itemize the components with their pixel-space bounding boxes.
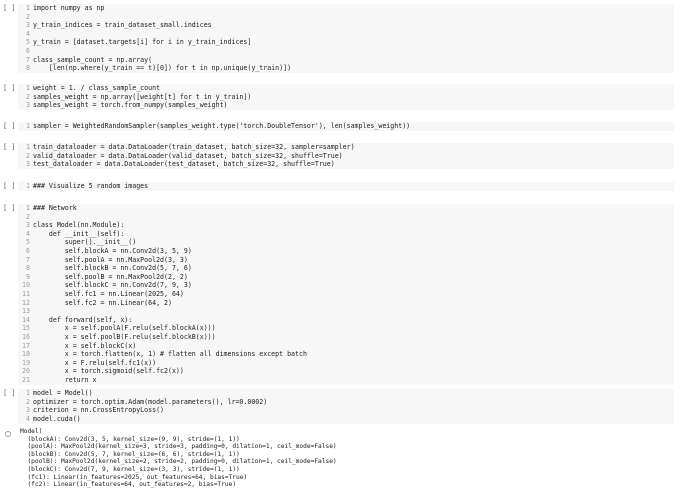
code-line: 6 self.blockA = nn.Conv2d(3, 5, 9) — [26, 246, 192, 255]
code-editor[interactable]: 1 model = Model() 2 optimizer = torch.opti… — [18, 389, 674, 424]
output-line: (blockC): Conv2d(7, 9, kernel_size=(3, 3… — [20, 465, 240, 473]
code-line: 4 def __init__(self): — [26, 229, 125, 238]
code-line: 1 ### Visualize 5 random images — [26, 182, 149, 190]
code-line: 8 self.blockB = nn.Conv2d(5, 7, 6) — [26, 264, 192, 273]
code-editor[interactable]: 1 weight = 1. / class_sample_count 2 sampl… — [18, 84, 674, 110]
output-line: (poolB): MaxPool2d(kernel_size=2, stride… — [20, 458, 337, 466]
run-cell-button[interactable]: [ ] — [3, 143, 16, 152]
run-cell-button[interactable]: [ ] — [3, 389, 16, 398]
code-line: 11 self.fc1 = nn.Linear(2025, 64) — [22, 289, 184, 298]
code-line: 4 model.cuda() — [26, 414, 81, 423]
code-line: 18 x = torch.flatten(x, 1) # flatten all… — [22, 350, 307, 359]
output-line: (fc1): Linear(in_features=2025, out_feat… — [20, 473, 248, 481]
code-line: 1 model = Model() — [26, 389, 93, 397]
code-line: 3 samples_weight = torch.from_numpy(sampl… — [26, 101, 228, 110]
code-line: 19 x = F.relu(self.fc1(x)) — [22, 358, 157, 367]
code-line: 2 samples_weight = np.array([weight[t] fo… — [26, 92, 252, 101]
code-line: 5 super().__init__() — [26, 238, 137, 247]
code-line: 3 criterion = nn.CrossEntropyLoss() — [26, 406, 165, 415]
code-line: 1 ### Network — [26, 204, 77, 212]
code-line: 21 return x — [22, 375, 97, 384]
code-line: 6 — [26, 46, 30, 55]
output-line: Model( — [20, 428, 43, 435]
output-line: (blockA): Conv2d(3, 5, kernel_size=(9, 9… — [20, 435, 240, 443]
run-cell-button[interactable]: [ ] — [3, 84, 16, 93]
code-line: 10 self.blockC = nn.Conv2d(7, 9, 3) — [22, 281, 192, 290]
code-line: 2 valid_dataloader = data.DataLoader(vali… — [26, 151, 343, 160]
run-cell-button[interactable]: [ ] — [3, 4, 16, 13]
code-line: 3 y_train_indices = train_dataset_small.i… — [26, 21, 212, 30]
output-menu-icon[interactable] — [5, 431, 11, 437]
code-line: 3 test_dataloader = data.DataLoader(test_… — [26, 160, 335, 169]
code-line: 12 self.fc2 = nn.Linear(64, 2) — [22, 298, 172, 307]
code-line: 8 [len(np.where(y_train == t)[0]) for t … — [26, 64, 292, 73]
code-line: 1 sampler = WeightedRandomSampler(samples… — [26, 122, 411, 130]
code-line: 7 self.poolA = nn.MaxPool2d(3, 3) — [26, 255, 188, 264]
code-line: 5 y_train = [dataset.targets[i] for i in … — [26, 38, 252, 47]
run-cell-button[interactable]: [ ] — [3, 182, 16, 191]
code-line: 1 import numpy as np — [26, 4, 105, 12]
code-line: 7 class_sample_count = np.array( — [26, 55, 153, 64]
output-line: (fc2): Linear(in_features=64, out_featur… — [20, 481, 237, 489]
output-line: (poolA): MaxPool2d(kernel_size=3, stride… — [20, 443, 337, 451]
code-line: 1 train_dataloader = data.DataLoader(trai… — [26, 143, 355, 151]
code-line: 1 weight = 1. / class_sample_count — [26, 84, 161, 92]
code-editor[interactable]: 1 import numpy as np 2 3 y_train_indices =… — [18, 4, 674, 73]
output-line: (blockB): Conv2d(5, 7, kernel_size=(6, 6… — [20, 450, 240, 458]
code-line: 16 x = self.poolB(F.relu(self.blockB(x))… — [22, 332, 216, 341]
notebook-page: [ ] 1 import numpy as np 2 3 y_train_indic… — [0, 0, 680, 490]
code-line: 13 — [22, 307, 30, 316]
code-line: 14 def forward(self, x): — [22, 315, 133, 324]
code-line: 17 x = self.blockC(x) — [22, 341, 137, 350]
code-line: 2 — [26, 212, 30, 221]
run-cell-button[interactable]: [ ] — [3, 122, 16, 131]
code-line: 4 — [26, 29, 30, 38]
code-editor[interactable]: 1 sampler = WeightedRandomSampler(samples… — [18, 122, 674, 131]
code-line: 3 class Model(nn.Module): — [26, 221, 125, 230]
code-line: 20 x = torch.sigmoid(self.fc2(x)) — [22, 367, 184, 376]
cell-output: Model( (blockA): Conv2d(3, 5, kernel_siz… — [18, 428, 674, 489]
code-editor[interactable]: 1 ### Visualize 5 random images — [18, 182, 674, 191]
code-line: 9 self.poolB = nn.MaxPool2d(2, 2) — [26, 272, 188, 281]
code-line: 2 optimizer = torch.optim.Adam(model.para… — [26, 397, 268, 406]
code-editor[interactable]: 1 train_dataloader = data.DataLoader(trai… — [18, 143, 674, 169]
code-editor[interactable]: 1 ### Network 2 3 class Model(nn.Module): … — [18, 204, 674, 385]
code-line: 2 — [26, 12, 30, 21]
code-line: 15 x = self.poolA(F.relu(self.blockA(x))… — [22, 324, 216, 333]
run-cell-button[interactable]: [ ] — [3, 204, 16, 213]
